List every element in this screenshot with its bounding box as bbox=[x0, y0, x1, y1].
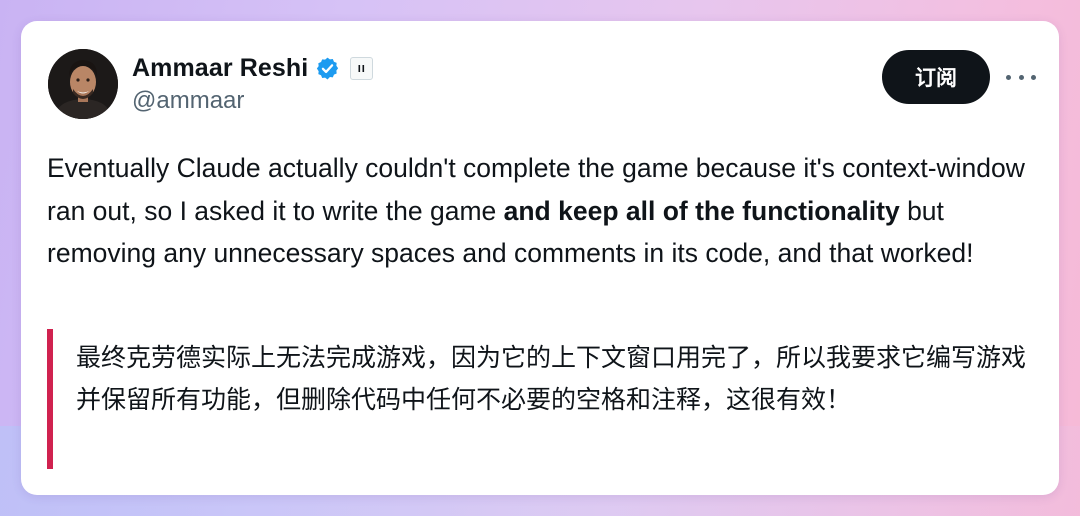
tweet-card: Ammaar Reshi @ammaar 订阅 Eventually Claud… bbox=[21, 21, 1059, 495]
verified-badge-icon bbox=[315, 56, 340, 81]
avatar[interactable] bbox=[48, 49, 118, 119]
tweet-text: Eventually Claude actually couldn't comp… bbox=[47, 147, 1037, 275]
translation-block: 最终克劳德实际上无法完成游戏，因为它的上下文窗口用完了，所以我要求它编写游戏并保… bbox=[47, 329, 1037, 469]
quote-accent-bar bbox=[47, 329, 53, 469]
dot-icon bbox=[1031, 74, 1036, 80]
author-name-row: Ammaar Reshi bbox=[132, 51, 374, 85]
subscribe-button[interactable]: 订阅 bbox=[882, 50, 990, 104]
author-handle[interactable]: @ammaar bbox=[132, 87, 244, 115]
dot-icon bbox=[1018, 74, 1024, 80]
dot-icon bbox=[1006, 74, 1011, 80]
author-name[interactable]: Ammaar Reshi bbox=[132, 54, 308, 83]
affiliate-badge-icon[interactable] bbox=[350, 56, 374, 80]
translation-text: 最终克劳德实际上无法完成游戏，因为它的上下文窗口用完了，所以我要求它编写游戏并保… bbox=[76, 343, 1027, 414]
tweet-text-bold: and keep all of the functionality bbox=[503, 195, 900, 226]
more-options-icon[interactable] bbox=[1006, 63, 1036, 91]
